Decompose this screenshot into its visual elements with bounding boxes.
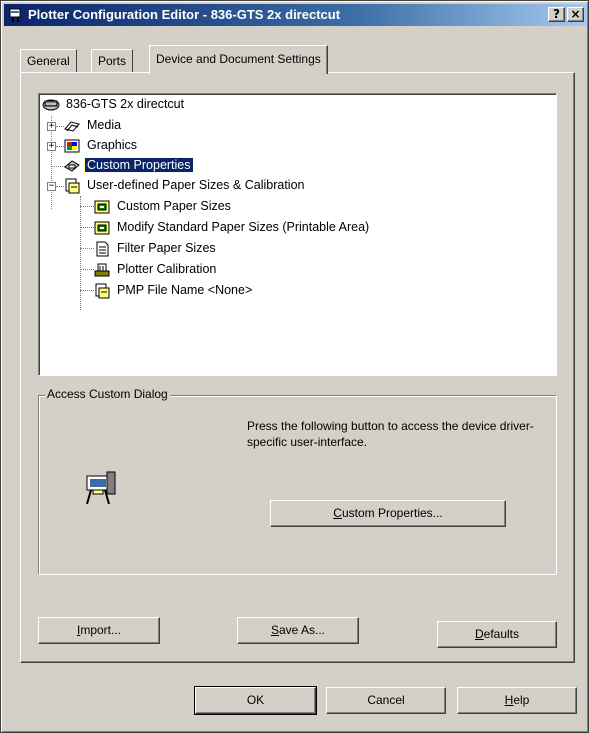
button-label: efaults	[483, 627, 520, 641]
settings-tree[interactable]: 836-GTS 2x directcut + Media + Graphics …	[38, 93, 557, 376]
custom-paper-icon	[94, 200, 110, 214]
help-button[interactable]: Help	[457, 687, 577, 714]
defaults-button[interactable]: Defaults	[437, 621, 557, 648]
paper-sizes-icon	[65, 178, 80, 194]
tree-connector	[80, 269, 94, 270]
import-button[interactable]: Import...	[38, 617, 160, 644]
cancel-button[interactable]: Cancel	[326, 687, 446, 714]
button-label: mport...	[80, 623, 122, 637]
expand-graphics-toggle[interactable]: +	[47, 142, 56, 151]
tree-item-label: PMP File Name <None>	[117, 283, 253, 297]
pmp-file-icon	[95, 283, 110, 299]
plotter-device-icon	[42, 99, 60, 111]
tree-item-label: Modify Standard Paper Sizes (Printable A…	[117, 220, 370, 234]
plotter-app-icon	[9, 8, 21, 22]
title-bar[interactable]: Plotter Configuration Editor - 836-GTS 2…	[4, 4, 587, 26]
modify-paper-icon	[94, 221, 110, 235]
tab-panel: 836-GTS 2x directcut + Media + Graphics …	[20, 72, 575, 663]
tree-item-label: Plotter Calibration	[117, 262, 217, 276]
calibration-icon	[94, 263, 110, 277]
tab-general[interactable]: General	[20, 49, 77, 73]
group-description: Press the following button to access the…	[247, 419, 534, 449]
tree-connector	[80, 248, 94, 249]
tree-item-label: Filter Paper Sizes	[117, 241, 216, 255]
tree-connector	[80, 196, 81, 310]
plotter-config-window: Plotter Configuration Editor - 836-GTS 2…	[0, 0, 589, 733]
access-key: C	[333, 506, 342, 520]
media-icon	[64, 121, 80, 132]
tree-item-label: Custom Paper Sizes	[117, 199, 231, 213]
window-title: Plotter Configuration Editor - 836-GTS 2…	[28, 7, 341, 22]
save-as-button[interactable]: Save As...	[237, 617, 359, 644]
button-label: ustom Properties...	[341, 506, 443, 520]
tree-connector	[80, 206, 94, 207]
button-label: ave As...	[278, 623, 326, 637]
tab-strip: General Ports Device and Document Settin…	[1, 45, 589, 74]
tab-device-document-settings[interactable]: Device and Document Settings	[149, 45, 328, 74]
ok-button[interactable]: OK	[194, 686, 317, 715]
help-title-button[interactable]: ?	[548, 7, 565, 22]
tree-item-label: Custom Properties	[84, 157, 194, 173]
tree-root-label: 836-GTS 2x directcut	[66, 97, 185, 111]
tree-item-label: User-defined Paper Sizes & Calibration	[87, 178, 305, 192]
button-label: elp	[513, 693, 530, 707]
close-button[interactable]: ×	[567, 7, 584, 22]
plotter-device-large-icon	[86, 471, 116, 505]
tree-connector	[80, 227, 94, 228]
access-key: D	[474, 627, 484, 641]
custom-properties-icon	[64, 160, 80, 172]
group-legend: Access Custom Dialog	[45, 387, 170, 401]
tree-item-label: Graphics	[87, 138, 138, 152]
filter-paper-icon	[96, 241, 109, 257]
tab-ports[interactable]: Ports	[91, 49, 134, 73]
tree-connector	[80, 290, 94, 291]
expand-media-toggle[interactable]: +	[47, 122, 56, 131]
graphics-icon	[64, 139, 80, 153]
access-key: S	[270, 623, 279, 637]
access-custom-dialog-group: Access Custom Dialog Press the following…	[38, 387, 557, 575]
collapse-paper-sizes-toggle[interactable]: −	[47, 182, 56, 191]
custom-properties-button[interactable]: Custom Properties...	[270, 500, 506, 527]
tree-item-label: Media	[87, 118, 122, 132]
